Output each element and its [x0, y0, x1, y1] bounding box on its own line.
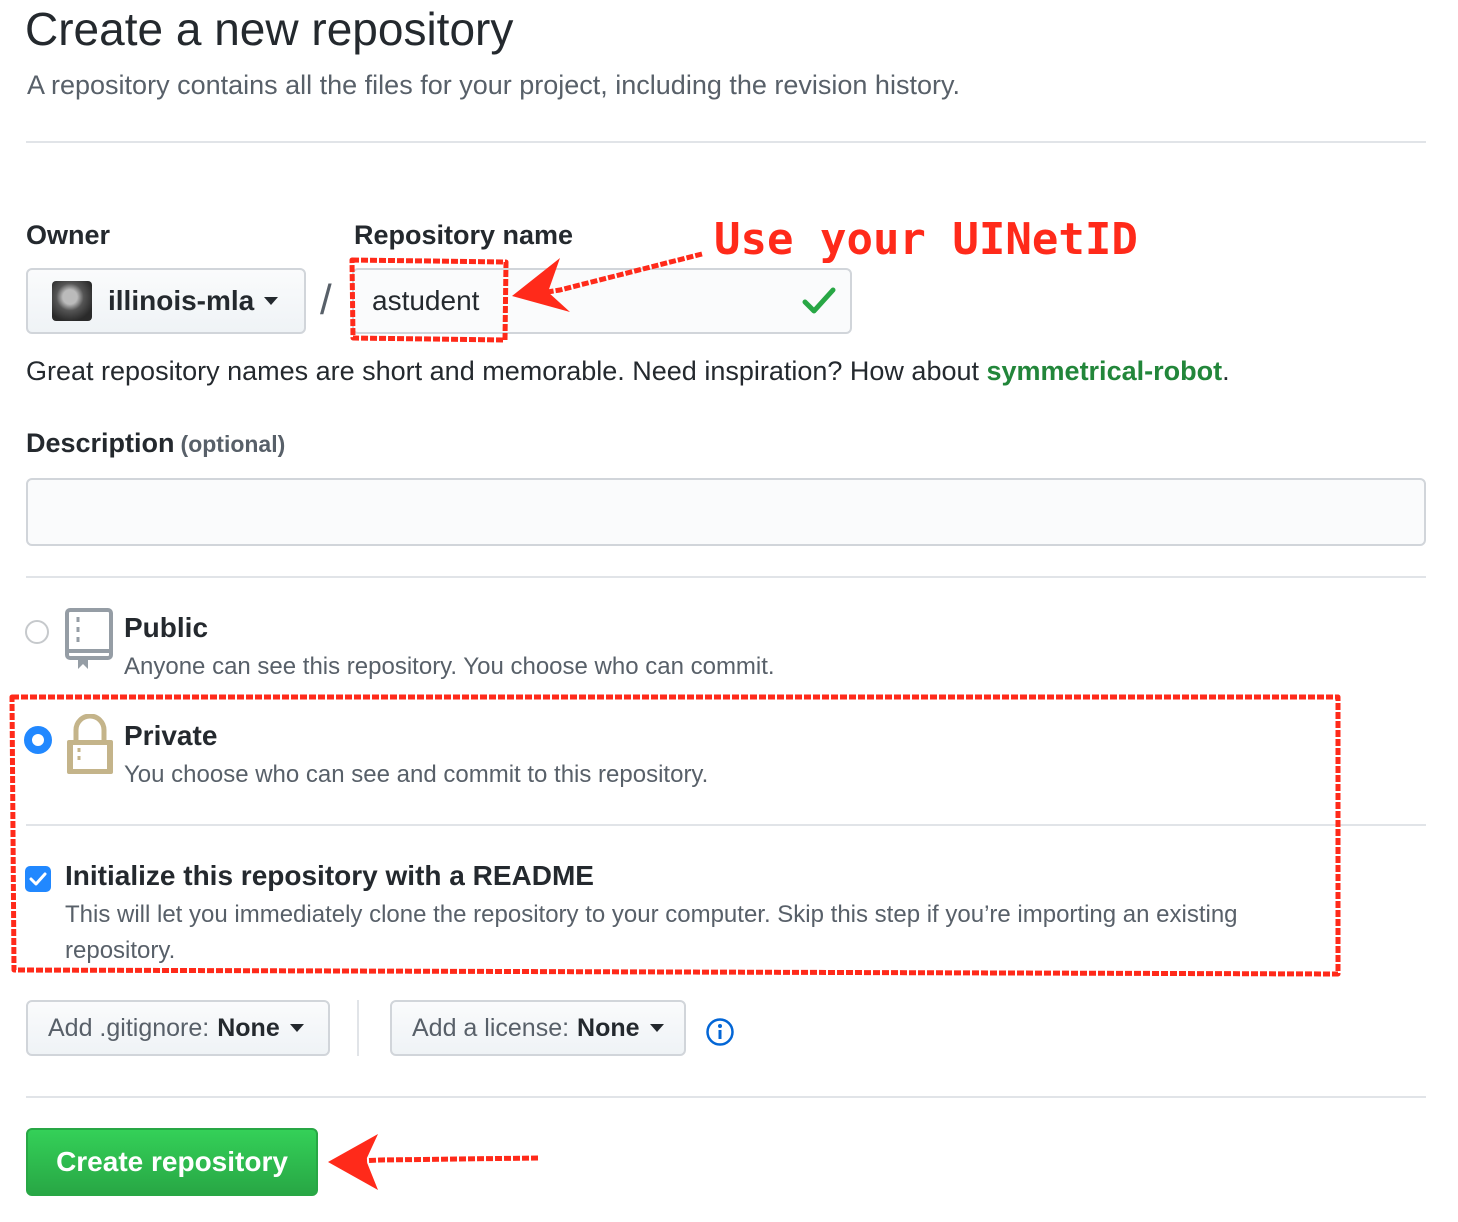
owner-select[interactable]: illinois-mla — [26, 268, 306, 334]
divider — [26, 141, 1426, 143]
repo-name-input[interactable]: astudent — [352, 268, 852, 334]
chevron-down-icon — [649, 1024, 664, 1032]
create-repository-button[interactable]: Create repository — [26, 1128, 318, 1196]
description-input[interactable] — [26, 478, 1426, 546]
annotation-arrow-create — [337, 1155, 539, 1165]
avatar — [52, 281, 92, 321]
license-select[interactable]: Add a license: None — [390, 1000, 686, 1056]
description-label-text: Description — [26, 428, 175, 458]
gitignore-label: Add .gitignore: — [48, 1013, 210, 1042]
divider — [26, 576, 1426, 578]
chevron-down-icon — [264, 297, 279, 305]
owner-value: illinois-mla — [108, 285, 255, 316]
owner-repo-separator: / — [320, 276, 332, 323]
checkmark-icon — [29, 872, 47, 886]
license-label: Add a license: — [412, 1013, 570, 1042]
optional-tag: (optional) — [180, 431, 286, 457]
page-title: Create a new repository — [25, 3, 514, 55]
divider — [26, 1096, 1426, 1098]
divider — [26, 824, 1426, 826]
public-title: Public — [124, 612, 209, 643]
public-radio[interactable] — [25, 620, 49, 644]
button-divider — [357, 1000, 359, 1056]
hint-text: Great repository names are short and mem… — [26, 356, 987, 386]
private-desc: You choose who can see and commit to thi… — [124, 761, 709, 788]
page-subtitle: A repository contains all the files for … — [27, 70, 960, 100]
hint-suffix: . — [1222, 356, 1230, 386]
public-desc: Anyone can see this repository. You choo… — [124, 653, 775, 680]
readme-desc-line1: This will let you immediately clone the … — [65, 901, 1238, 928]
license-value: None — [577, 1013, 640, 1042]
private-title: Private — [124, 720, 218, 751]
check-icon — [802, 287, 836, 314]
repo-name-label: Repository name — [354, 220, 574, 250]
gitignore-select[interactable]: Add .gitignore: None — [26, 1000, 330, 1056]
chevron-down-icon — [289, 1024, 304, 1032]
readme-desc-line2: repository. — [65, 937, 176, 964]
annotation-text: Use your UINetID — [714, 214, 1138, 265]
suggestion-link[interactable]: symmetrical-robot — [987, 356, 1223, 386]
repo-book-icon — [65, 608, 113, 669]
description-label: Description (optional) — [26, 428, 285, 459]
readme-title: Initialize this repository with a README — [65, 860, 594, 891]
private-radio[interactable] — [24, 726, 52, 754]
name-suggestion-hint: Great repository names are short and mem… — [26, 356, 1230, 387]
owner-label: Owner — [26, 220, 111, 250]
readme-checkbox[interactable] — [25, 866, 51, 892]
lock-icon — [67, 714, 113, 774]
info-icon[interactable] — [705, 1017, 735, 1047]
gitignore-value: None — [217, 1013, 280, 1042]
